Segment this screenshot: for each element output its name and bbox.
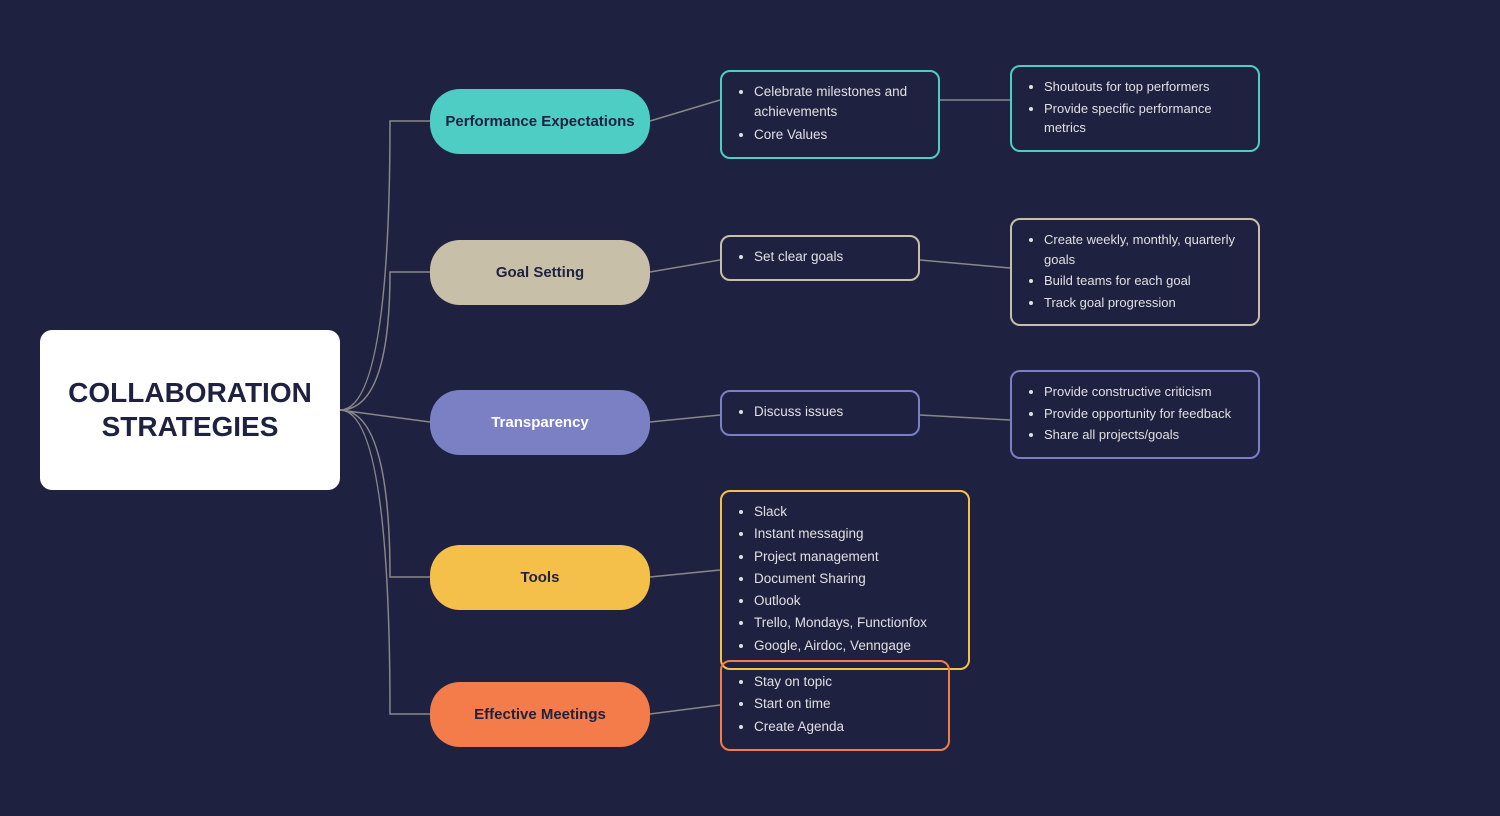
l3-goal-setting: Create weekly, monthly, quarterly goals … [1010, 218, 1260, 326]
l3-performance-list: Shoutouts for top performers Provide spe… [1026, 77, 1244, 138]
branch-meetings: Effective Meetings [430, 682, 650, 747]
l3-goal-list: Create weekly, monthly, quarterly goals … [1026, 230, 1244, 312]
l2-meetings-list: Stay on topic Start on time Create Agend… [736, 672, 934, 737]
l2-transparency-list: Discuss issues [736, 402, 904, 422]
branch-transparency: Transparency [430, 390, 650, 455]
central-node: COLLABORATIONSTRATEGIES [40, 330, 340, 490]
l2-goal-setting: Set clear goals [720, 235, 920, 281]
branch-goal-setting: Goal Setting [430, 240, 650, 305]
branch-performance: Performance Expectations [430, 89, 650, 154]
l2-performance-list: Celebrate milestones and achievements Co… [736, 82, 924, 145]
l3-transparency-list: Provide constructive criticism Provide o… [1026, 382, 1244, 445]
l2-meetings: Stay on topic Start on time Create Agend… [720, 660, 950, 751]
l2-performance: Celebrate milestones and achievements Co… [720, 70, 940, 159]
branch-tools: Tools [430, 545, 650, 610]
l2-tools: Slack Instant messaging Project manageme… [720, 490, 970, 670]
l2-tools-list: Slack Instant messaging Project manageme… [736, 502, 954, 656]
mind-map: COLLABORATIONSTRATEGIES Performance Expe… [0, 0, 1500, 816]
l3-performance: Shoutouts for top performers Provide spe… [1010, 65, 1260, 152]
central-title: COLLABORATIONSTRATEGIES [68, 376, 312, 443]
l3-transparency: Provide constructive criticism Provide o… [1010, 370, 1260, 459]
l2-goal-list: Set clear goals [736, 247, 904, 267]
l2-transparency: Discuss issues [720, 390, 920, 436]
